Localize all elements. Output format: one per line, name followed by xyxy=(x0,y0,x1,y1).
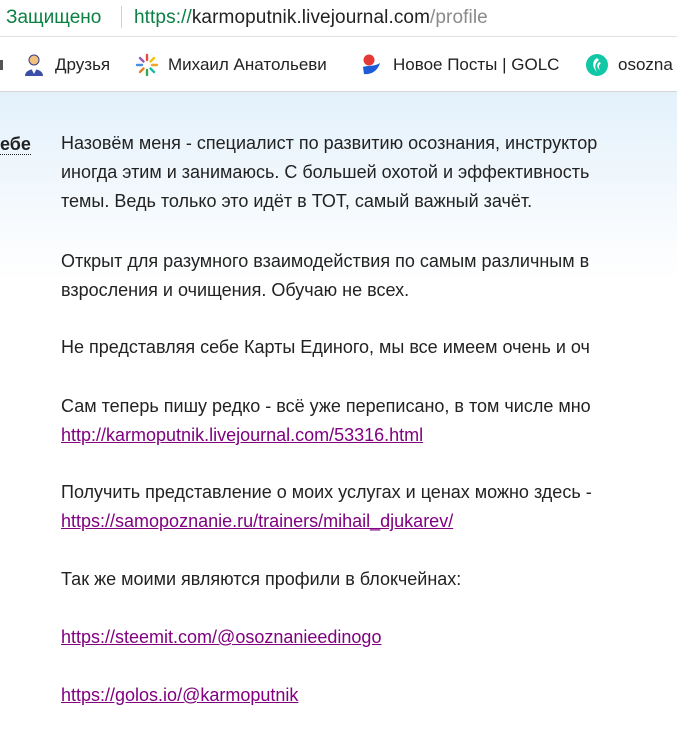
about-paragraph: Открыт для разумного взаимодействия по с… xyxy=(61,247,589,305)
livejournal-post-link[interactable]: http://karmoputnik.livejournal.com/53316… xyxy=(61,425,423,445)
text-line: Так же моими являются профили в блокчейн… xyxy=(61,569,462,589)
bookmark-friends[interactable]: Друзья xyxy=(22,52,110,78)
text-line: Получить представление о моих услугах и … xyxy=(61,482,592,502)
profile-content: ебе Назовём меня - специалист по развити… xyxy=(0,92,677,729)
samopoznanie-link[interactable]: https://samopoznanie.ru/trainers/mihail_… xyxy=(61,511,453,531)
secure-label[interactable]: Защищено xyxy=(6,7,101,29)
text-line: темы. Ведь только это идёт в ТОТ, самый … xyxy=(61,191,533,211)
about-paragraph: Так же моими являются профили в блокчейн… xyxy=(61,565,461,594)
text-line: Открыт для разумного взаимодействия по с… xyxy=(61,251,590,271)
overflow-edge-icon xyxy=(0,60,3,70)
about-paragraph: Назовём меня - специалист по развитию ос… xyxy=(61,129,597,216)
bookmark-label: Новое Посты | GOLC xyxy=(393,55,560,74)
about-paragraph: Сам теперь пишу редко - всё уже переписа… xyxy=(61,392,591,450)
url-field[interactable]: https://karmoputnik.livejournal.com/prof… xyxy=(134,7,488,29)
user-icon xyxy=(22,53,46,77)
text-line: взросления и очищения. Обучаю не всех. xyxy=(61,280,410,300)
sun-burst-icon xyxy=(135,53,159,77)
bookmark-label: Друзья xyxy=(55,55,111,74)
bookmarks-bar: Друзья Михаил Анатольеви Новое Посты | G… xyxy=(0,37,677,92)
bookmark-golos[interactable]: Новое Посты | GOLC xyxy=(360,52,565,78)
about-paragraph: Не представляя себе Карты Единого, мы вс… xyxy=(61,333,590,362)
bookmark-mikhail[interactable]: Михаил Анатольеви xyxy=(135,52,340,78)
url-scheme: https:// xyxy=(134,7,192,28)
steemit-profile-link[interactable]: https://steemit.com/@osoznanieedinogo xyxy=(61,627,381,647)
about-paragraph: https://steemit.com/@osoznanieedinogo xyxy=(61,623,381,652)
steemit-icon xyxy=(585,53,609,77)
about-paragraph: https://golos.io/@karmoputnik xyxy=(61,681,298,710)
bookmark-label: osozna xyxy=(618,55,673,74)
address-bar[interactable]: Защищено https://karmoputnik.livejournal… xyxy=(0,0,677,37)
golos-icon xyxy=(360,53,384,77)
url-host: karmoputnik.livejournal.com xyxy=(191,7,431,28)
bookmark-steemit[interactable]: osozna xyxy=(585,52,673,78)
url-path: /profile xyxy=(430,7,488,28)
golos-profile-link[interactable]: https://golos.io/@karmoputnik xyxy=(61,685,298,705)
text-line: Не представляя себе Карты Единого, мы вс… xyxy=(61,337,590,357)
text-line: Назовём меня - специалист по развитию ос… xyxy=(61,133,598,153)
address-separator xyxy=(121,6,122,28)
about-section-label: ебе xyxy=(0,134,31,155)
text-line: Сам теперь пишу редко - всё уже переписа… xyxy=(61,396,591,416)
bookmark-label: Михаил Анатольеви xyxy=(168,55,327,74)
about-paragraph: Получить представление о моих услугах и … xyxy=(61,478,592,536)
text-line: иногда этим и занимаюсь. С большей охото… xyxy=(61,162,590,182)
